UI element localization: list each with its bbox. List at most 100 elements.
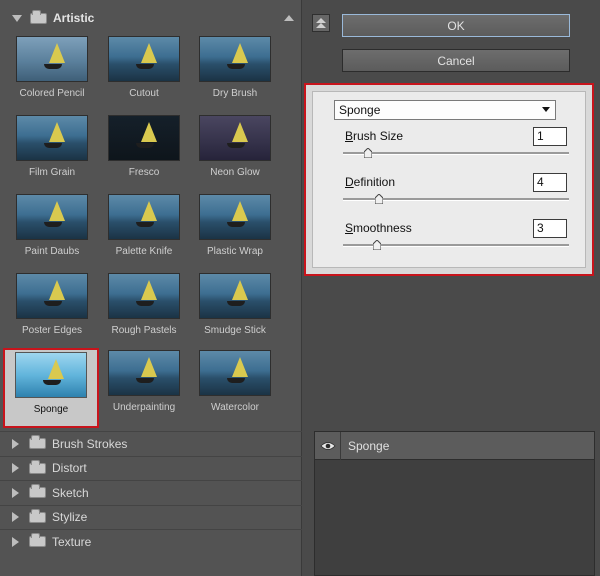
filter-thumbnail[interactable]: Paint Daubs	[7, 194, 97, 272]
param-slider-handle[interactable]	[363, 148, 372, 158]
param-slider-track[interactable]	[343, 152, 569, 155]
group-row-sketch[interactable]: Sketch	[0, 480, 302, 504]
folder-icon	[30, 9, 47, 24]
param-label-rest: efinition	[353, 175, 396, 189]
filter-preview-image	[15, 352, 87, 398]
filter-preview-image	[108, 194, 180, 240]
filter-preview-image	[16, 115, 88, 161]
filter-thumbnail[interactable]: Cutout	[99, 36, 189, 114]
filter-thumbnail-label: Neon Glow	[210, 167, 260, 178]
filter-thumbnail-label: Dry Brush	[212, 88, 258, 99]
cancel-button[interactable]: Cancel	[342, 49, 570, 72]
triangle-down-icon[interactable]	[12, 14, 22, 22]
filter-preview-image	[108, 350, 180, 396]
filter-thumbnail-label: Fresco	[128, 167, 160, 178]
param-row: Smoothness 3	[313, 217, 587, 262]
filter-thumbnail-label: Film Grain	[28, 167, 76, 178]
filter-thumbnail-label: Sponge	[33, 404, 69, 415]
filter-options-inner: Sponge Brush Size 1 Definition 4 Smoothness 3	[312, 91, 586, 268]
param-label-rest: moothness	[353, 221, 412, 235]
param-label-rest: rush Size	[353, 129, 404, 143]
visibility-toggle[interactable]	[315, 431, 341, 460]
scroll-up-icon[interactable]	[284, 15, 294, 21]
filter-thumbnail[interactable]: Neon Glow	[190, 115, 280, 193]
filter-thumbnail[interactable]: Smudge Stick	[190, 273, 280, 351]
triangle-right-icon[interactable]	[12, 512, 19, 522]
param-label: Smoothness	[345, 221, 412, 235]
filter-thumbnail-label: Cutout	[129, 88, 159, 99]
filter-thumbnail[interactable]: Dry Brush	[190, 36, 280, 114]
folder-icon	[29, 435, 46, 449]
filter-thumbnail[interactable]: Palette Knife	[99, 194, 189, 272]
filter-options-panel: Sponge Brush Size 1 Definition 4 Smoothness 3	[304, 83, 594, 276]
ok-button[interactable]: OK	[342, 14, 570, 37]
filter-preview-image	[199, 36, 271, 82]
filter-thumbnail[interactable]: Rough Pastels	[99, 273, 189, 351]
effect-layer-panel: Sponge	[314, 431, 595, 576]
filter-preview-image	[199, 350, 271, 396]
group-label: Sketch	[52, 485, 89, 500]
group-label: Stylize	[52, 510, 88, 524]
filter-thumbnail[interactable]: Poster Edges	[7, 273, 97, 351]
filter-thumbnail-label: Colored Pencil	[19, 88, 85, 99]
group-label: Brush Strokes	[52, 436, 128, 451]
filter-thumbnail[interactable]: Underpainting	[99, 350, 189, 428]
filter-thumbnail-label: Rough Pastels	[111, 325, 177, 336]
folder-icon	[29, 484, 46, 498]
filter-preview-image	[108, 273, 180, 319]
effect-layer-label: Sponge	[348, 438, 390, 453]
filter-thumbnail-label: Poster Edges	[21, 325, 83, 336]
triangle-right-icon[interactable]	[12, 487, 19, 498]
filter-thumbnail[interactable]: Film Grain	[7, 115, 97, 193]
param-slider-handle[interactable]	[372, 240, 381, 250]
param-label: Brush Size	[345, 129, 403, 143]
eye-icon	[319, 441, 336, 450]
param-label-accelerator: B	[345, 129, 354, 143]
filter-preview-image	[108, 36, 180, 82]
group-label: Distort	[52, 461, 87, 475]
group-row-brush-strokes[interactable]: Brush Strokes	[0, 431, 302, 455]
param-row: Brush Size 1	[313, 125, 587, 170]
group-row-stylize[interactable]: Stylize	[0, 504, 302, 529]
folder-icon	[29, 533, 46, 547]
filter-thumbnail[interactable]: Colored Pencil	[7, 36, 97, 114]
filter-preview-image	[16, 273, 88, 319]
filter-select-value: Sponge	[339, 103, 381, 117]
group-label: Texture	[52, 534, 92, 549]
param-value-input[interactable]: 1	[533, 127, 567, 146]
param-row: Definition 4	[313, 171, 587, 216]
filter-preview-image	[16, 194, 88, 240]
group-row-distort[interactable]: Distort	[0, 455, 302, 480]
filter-thumbnail[interactable]: Sponge	[3, 348, 99, 428]
param-label-accelerator: D	[345, 175, 354, 189]
param-value-input[interactable]: 3	[533, 219, 567, 238]
effect-layer-row[interactable]: Sponge	[315, 431, 594, 460]
double-chevron-up-icon	[316, 18, 326, 28]
filter-thumbnail-label: Underpainting	[112, 402, 176, 413]
group-label: Artistic	[53, 11, 95, 25]
filter-preview-image	[199, 273, 271, 319]
filter-preview-image	[108, 115, 180, 161]
filter-select[interactable]: Sponge	[334, 100, 556, 120]
filter-thumbnail[interactable]: Plastic Wrap	[190, 194, 280, 272]
filter-thumbnail-label: Watercolor	[211, 402, 259, 413]
triangle-right-icon[interactable]	[12, 463, 19, 473]
param-label: Definition	[345, 175, 395, 189]
filter-gallery-panel: Artistic Colored Pencil Cutout Dry Brush Fi…	[0, 0, 302, 576]
param-value-input[interactable]: 4	[533, 173, 567, 192]
chevron-down-icon	[542, 107, 550, 112]
triangle-right-icon[interactable]	[12, 438, 19, 449]
collapse-gallery-button[interactable]	[312, 14, 330, 32]
filter-preview-image	[199, 115, 271, 161]
filter-thumbnail-label: Smudge Stick	[204, 325, 266, 336]
filter-thumbnail-label: Palette Knife	[115, 246, 173, 257]
filter-thumbnail-label: Plastic Wrap	[207, 246, 263, 257]
param-slider-handle[interactable]	[375, 194, 384, 204]
triangle-right-icon[interactable]	[12, 536, 19, 547]
filter-preview-image	[16, 36, 88, 82]
filter-thumbnail[interactable]: Fresco	[99, 115, 189, 193]
group-row-texture[interactable]: Texture	[0, 529, 302, 553]
filter-thumbnail[interactable]: Watercolor	[190, 350, 280, 428]
folder-icon	[29, 508, 46, 523]
group-header-artistic[interactable]: Artistic	[0, 0, 302, 36]
